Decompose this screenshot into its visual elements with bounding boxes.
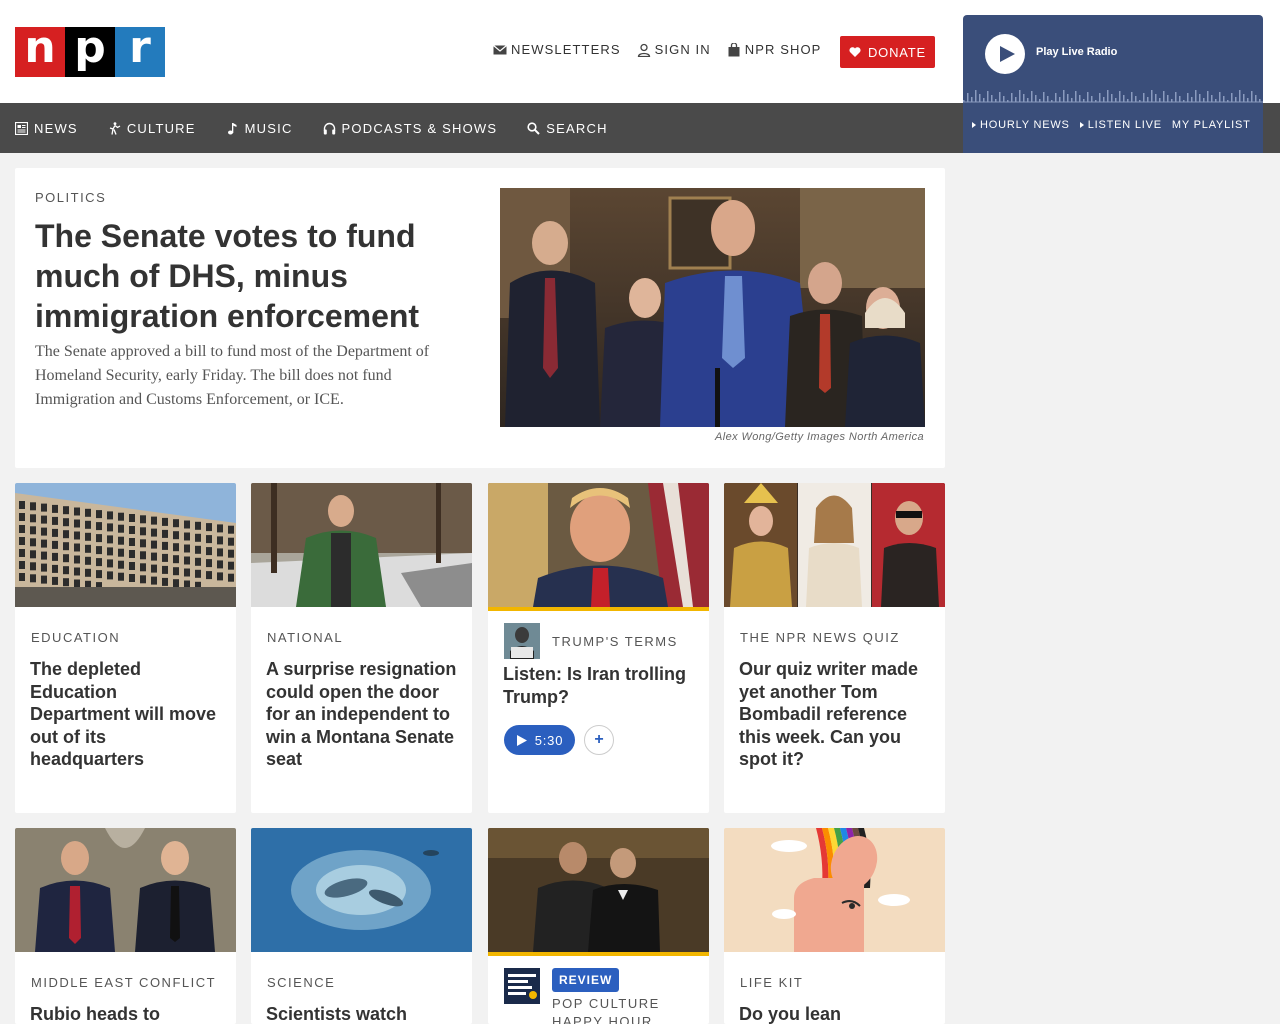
story-card[interactable]: EDUCATION The depleted Education Departm…: [15, 483, 236, 813]
nav-item-news[interactable]: NEWS: [15, 121, 78, 136]
play-icon: [516, 734, 527, 746]
story-thumbnail[interactable]: [15, 828, 236, 952]
story-title[interactable]: Do you lean: [739, 1003, 931, 1024]
story-title[interactable]: A surprise resignation could open the do…: [266, 658, 458, 771]
heart-icon: [849, 47, 861, 57]
story-card[interactable]: SCIENCE Scientists watch: [251, 828, 472, 1024]
story-thumbnail[interactable]: [488, 828, 709, 956]
story-title[interactable]: Rubio heads to: [30, 1003, 222, 1024]
hourly-news-label: HOURLY NEWS: [980, 119, 1070, 131]
newsletters-label: NEWSLETTERS: [511, 42, 621, 57]
utility-nav: NEWSLETTERS SIGN IN NPR SHOP: [493, 42, 821, 57]
story-card[interactable]: MIDDLE EAST CONFLICT Rubio heads to: [15, 828, 236, 1024]
sign-in-label: SIGN IN: [654, 42, 711, 57]
logo-letter-r: r: [115, 26, 165, 77]
logo-letter-n: n: [15, 26, 65, 77]
story-card[interactable]: NATIONAL A surprise resignation could op…: [251, 483, 472, 813]
story-title[interactable]: The depleted Education Department will m…: [30, 658, 222, 771]
story-title[interactable]: Scientists watch: [266, 1003, 458, 1024]
story-slug[interactable]: LIFE KIT: [740, 975, 803, 990]
nav-item-search[interactable]: SEARCH: [527, 121, 607, 136]
story-thumbnail[interactable]: [251, 483, 472, 607]
shopping-bag-icon: [728, 42, 740, 56]
audio-duration: 5:30: [534, 732, 564, 748]
nav-label-podcasts: PODCASTS & SHOWS: [341, 120, 498, 136]
listen-live-label: LISTEN LIVE: [1087, 119, 1162, 131]
logo-letter-p: p: [65, 26, 115, 77]
nav-label-music: MUSIC: [244, 120, 293, 136]
npr-shop-label: NPR SHOP: [744, 42, 822, 57]
nav-label-culture: CULTURE: [126, 120, 196, 136]
story-slug[interactable]: MIDDLE EAST CONFLICT: [31, 975, 216, 990]
story-thumbnail[interactable]: [251, 828, 472, 952]
story-thumbnail[interactable]: [724, 828, 945, 952]
story-title[interactable]: Our quiz writer made yet another Tom Bom…: [739, 658, 931, 771]
my-playlist-label: MY PLAYLIST: [1171, 119, 1251, 131]
story-slug[interactable]: POLITICS: [35, 190, 106, 205]
story-teaser[interactable]: The Senate approved a bill to fund most …: [35, 340, 465, 412]
headphones-icon: [323, 122, 335, 134]
nav-item-culture[interactable]: CULTURE: [108, 121, 196, 136]
my-playlist-link[interactable]: MY PLAYLIST: [1172, 119, 1251, 131]
story-slug[interactable]: EDUCATION: [31, 630, 120, 645]
newsletters-link[interactable]: NEWSLETTERS: [493, 42, 621, 57]
nav-label-search: SEARCH: [546, 120, 608, 136]
story-slug[interactable]: SCIENCE: [267, 975, 335, 990]
story-card[interactable]: LIFE KIT Do you lean: [724, 828, 945, 1024]
listen-live-link[interactable]: LISTEN LIVE: [1079, 119, 1162, 131]
audio-story-card[interactable]: REVIEW POP CULTURE HAPPY HOUR: [488, 828, 709, 1024]
story-thumbnail[interactable]: [15, 483, 236, 607]
podcast-slug[interactable]: POP CULTURE HAPPY HOUR: [552, 995, 692, 1024]
add-to-playlist-button[interactable]: +: [584, 725, 614, 755]
story-headline[interactable]: The Senate votes to fund much of DHS, mi…: [35, 216, 465, 336]
npr-logo[interactable]: n p r: [15, 26, 165, 77]
story-slug[interactable]: THE NPR NEWS QUIZ: [740, 630, 900, 645]
podcast-cover-image[interactable]: [504, 623, 540, 659]
play-live-button[interactable]: [985, 34, 1025, 74]
image-credit: Alex Wong/Getty Images North America: [714, 431, 924, 443]
player-title: Play Live Radio: [1036, 46, 1118, 58]
music-note-icon: [227, 122, 237, 134]
review-badge: REVIEW: [552, 968, 620, 992]
story-thumbnail[interactable]: [488, 483, 709, 611]
sign-in-link[interactable]: SIGN IN: [637, 42, 711, 57]
hourly-news-link[interactable]: HOURLY NEWS: [972, 119, 1070, 131]
audio-story-card[interactable]: TRUMP'S TERMS Listen: Is Iran trolling T…: [488, 483, 709, 813]
nav-item-music[interactable]: MUSIC: [226, 121, 293, 136]
play-icon: [999, 46, 1015, 62]
audio-waveform-icon: [963, 90, 1263, 103]
story-title[interactable]: Listen: Is Iran trolling Trump?: [503, 663, 695, 708]
play-audio-button[interactable]: 5:30: [504, 725, 575, 755]
triangle-right-icon: [1079, 122, 1084, 128]
featured-story: POLITICS The Senate votes to fund much o…: [15, 168, 945, 468]
podcast-slug[interactable]: TRUMP'S TERMS: [552, 634, 678, 649]
envelope-icon: [493, 44, 507, 54]
story-image[interactable]: [500, 188, 925, 427]
news-icon: [15, 121, 28, 135]
nav-label-news: NEWS: [34, 120, 78, 136]
story-card[interactable]: THE NPR NEWS QUIZ Our quiz writer made y…: [724, 483, 945, 813]
npr-shop-link[interactable]: NPR SHOP: [727, 42, 822, 57]
culture-icon: [109, 121, 121, 135]
plus-icon: +: [594, 731, 604, 748]
live-radio-player: Play Live Radio HOURLY NEWS LISTEN LIVE …: [963, 15, 1263, 153]
triangle-right-icon: [972, 122, 976, 128]
story-slug[interactable]: NATIONAL: [267, 630, 343, 645]
podcast-cover-image[interactable]: [504, 968, 540, 1004]
nav-item-podcasts[interactable]: PODCASTS & SHOWS: [323, 121, 498, 136]
donate-label: DONATE: [867, 44, 926, 60]
donate-button[interactable]: DONATE: [840, 36, 935, 68]
story-thumbnail[interactable]: [724, 483, 945, 607]
player-links: HOURLY NEWS LISTEN LIVE MY PLAYLIST: [972, 119, 1251, 131]
search-icon: [527, 121, 540, 135]
user-icon: [637, 43, 650, 57]
